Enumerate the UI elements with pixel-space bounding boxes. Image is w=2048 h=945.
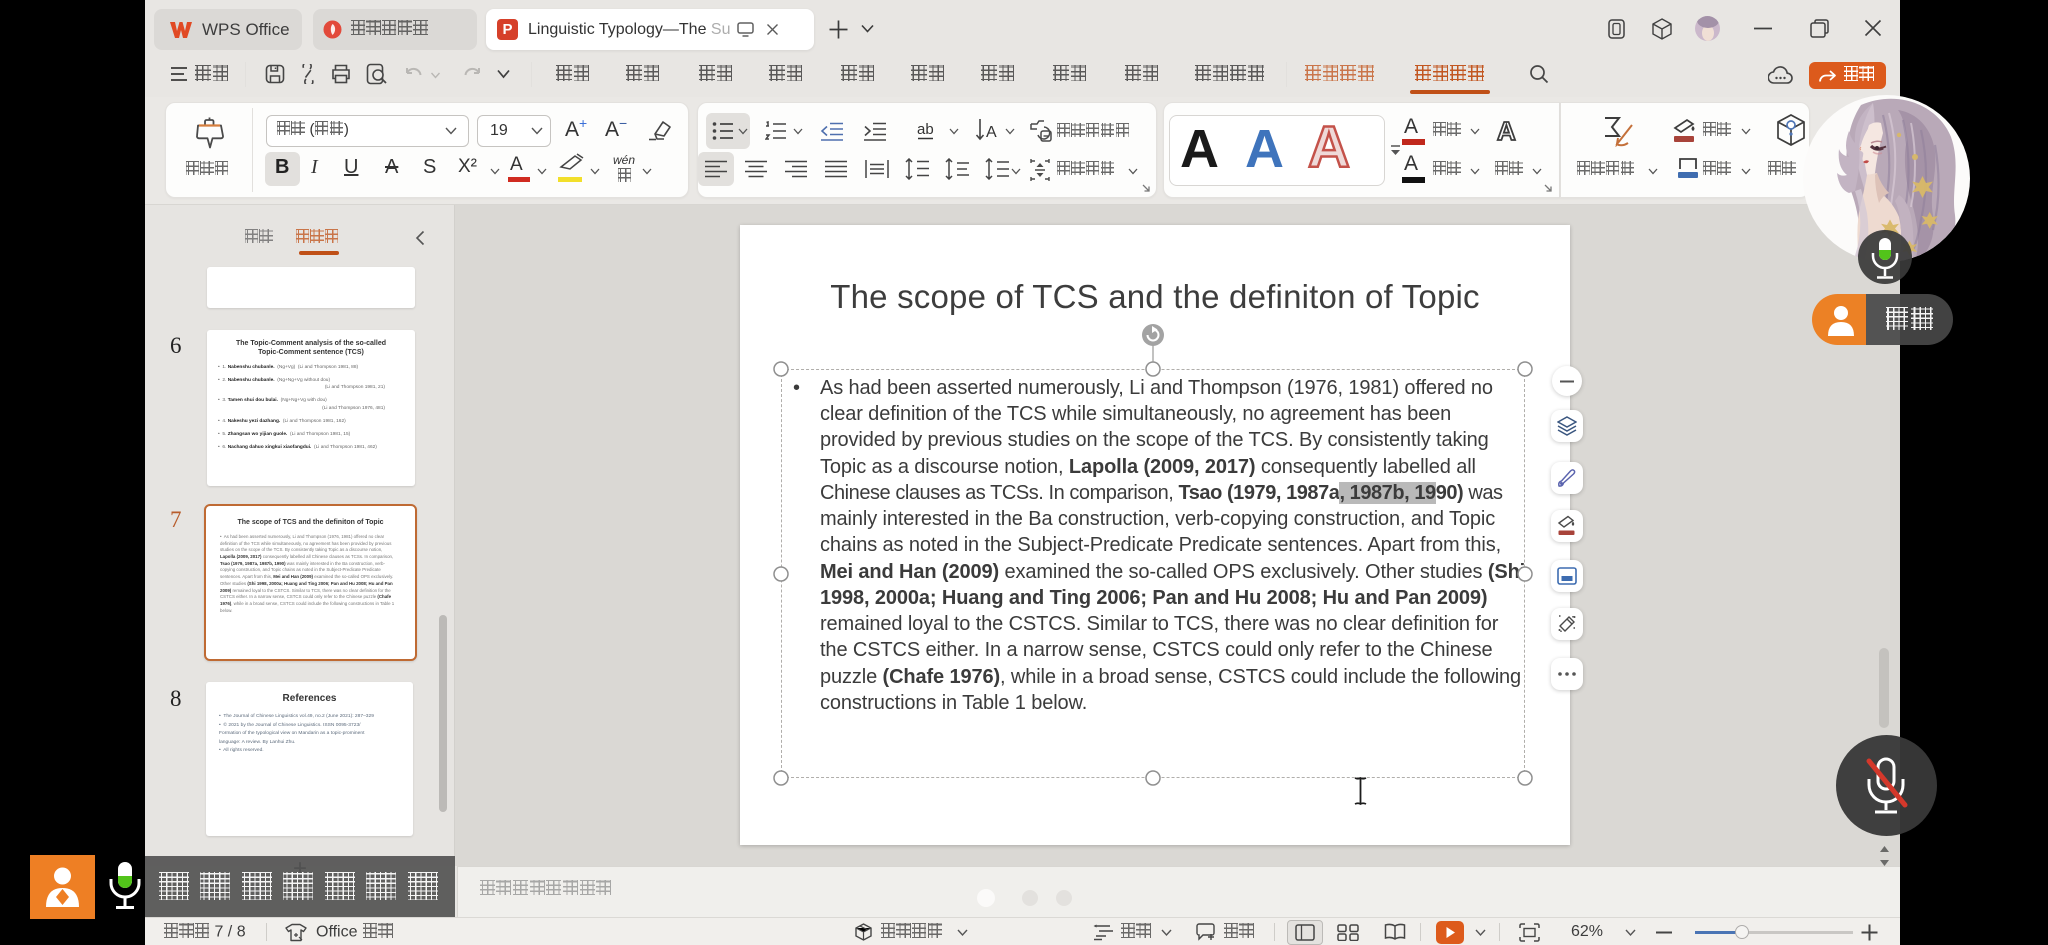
svg-text:ab: ab [917, 121, 934, 138]
svg-text:A: A [986, 124, 997, 141]
